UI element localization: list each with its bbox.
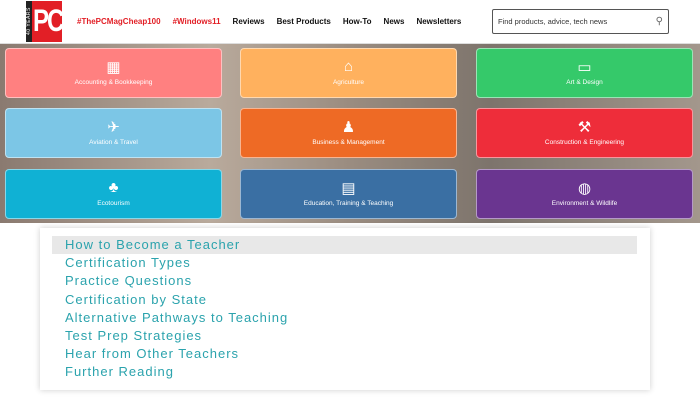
site-header: 40 YEARS PC #ThePCMagCheap100 #Windows11… bbox=[0, 0, 700, 44]
category-tile[interactable]: ⌂ Agriculture bbox=[240, 48, 457, 98]
menu-link[interactable]: Test Prep Strategies bbox=[52, 327, 637, 345]
org-chart-icon: ♟ bbox=[341, 119, 356, 136]
calculator-icon: ▦ bbox=[106, 59, 121, 76]
menu-link[interactable]: Practice Questions bbox=[52, 272, 637, 290]
tile-label: Business & Management bbox=[312, 139, 385, 146]
tile-label: Construction & Engineering bbox=[544, 139, 625, 146]
pcmag-logo[interactable]: 40 YEARS PC bbox=[26, 1, 64, 42]
logo-text: PC bbox=[33, 3, 64, 40]
monitor-icon: ▭ bbox=[577, 59, 592, 76]
trees-icon: ♣ bbox=[108, 179, 119, 196]
search-icon[interactable]: ⚲ bbox=[656, 16, 663, 27]
nav-newsletters[interactable]: Newsletters bbox=[416, 17, 461, 26]
tile-label: Education, Training & Teaching bbox=[303, 200, 394, 207]
category-tile[interactable]: ⚒ Construction & Engineering bbox=[476, 108, 693, 158]
main-nav: #ThePCMagCheap100 #Windows11 Reviews Bes… bbox=[77, 17, 461, 26]
menu-link[interactable]: Further Reading bbox=[52, 363, 637, 381]
category-tile[interactable]: ▤ Education, Training & Teaching bbox=[240, 169, 457, 219]
menu-link[interactable]: Certification Types bbox=[52, 254, 637, 272]
nav-how-to[interactable]: How-To bbox=[343, 17, 372, 26]
wrench-icon: ⚒ bbox=[577, 119, 592, 136]
nav-windows11[interactable]: #Windows11 bbox=[173, 17, 221, 26]
category-tile[interactable]: ▦ Accounting & Bookkeeping bbox=[5, 48, 222, 98]
category-tile[interactable]: ✈ Aviation & Travel bbox=[5, 108, 222, 158]
tile-label: Art & Design bbox=[566, 79, 603, 86]
category-tile[interactable]: ♣ Ecotourism bbox=[5, 169, 222, 219]
nav-best-products[interactable]: Best Products bbox=[277, 17, 331, 26]
globe-icon: ◍ bbox=[577, 180, 592, 197]
teacher-menu: How to Become a Teacher Certification Typ… bbox=[40, 228, 650, 390]
category-tile[interactable]: ♟ Business & Management bbox=[240, 108, 457, 158]
category-tile[interactable]: ◍ Environment & Wildlife bbox=[476, 169, 693, 219]
category-tile[interactable]: ▭ Art & Design bbox=[476, 48, 693, 98]
search-placeholder: Find products, advice, tech news bbox=[498, 17, 608, 26]
nav-cheap100[interactable]: #ThePCMagCheap100 bbox=[77, 17, 161, 26]
menu-link[interactable]: How to Become a Teacher bbox=[52, 236, 637, 254]
menu-link[interactable]: Hear from Other Teachers bbox=[52, 345, 637, 363]
tile-label: Agriculture bbox=[332, 79, 365, 86]
airplane-icon: ✈ bbox=[107, 119, 120, 136]
barn-icon: ⌂ bbox=[343, 58, 354, 75]
menu-link[interactable]: Alternative Pathways to Teaching bbox=[52, 309, 637, 327]
nav-reviews[interactable]: Reviews bbox=[233, 17, 265, 26]
tile-label: Aviation & Travel bbox=[89, 139, 138, 146]
tile-label: Environment & Wildlife bbox=[551, 200, 618, 207]
menu-link[interactable]: Certification by State bbox=[52, 291, 637, 309]
search-input[interactable]: Find products, advice, tech news ⚲ bbox=[492, 9, 669, 34]
tile-label: Ecotourism bbox=[97, 200, 130, 207]
teacher-icon: ▤ bbox=[341, 180, 356, 197]
tile-label: Accounting & Bookkeeping bbox=[74, 79, 153, 86]
nav-news[interactable]: News bbox=[384, 17, 405, 26]
